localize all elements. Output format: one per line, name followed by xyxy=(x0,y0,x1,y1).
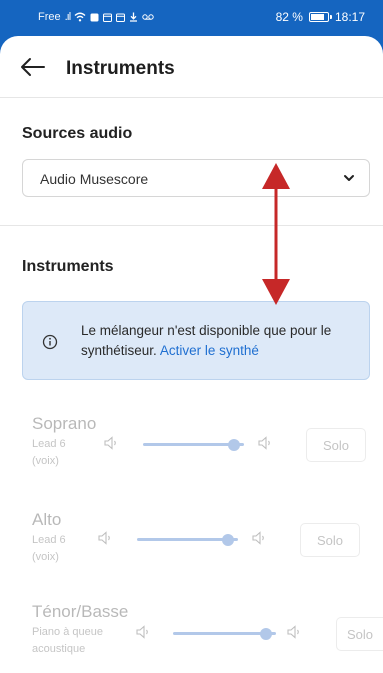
solo-button[interactable]: Solo xyxy=(336,617,383,651)
speaker-muted-icon[interactable] xyxy=(135,624,151,640)
instrument-sound-line1: Lead 6 xyxy=(32,438,66,450)
instrument-sound-line2: acoustique xyxy=(32,643,86,655)
instrument-sound-line2: (voix) xyxy=(32,551,59,563)
info-icon xyxy=(42,334,58,350)
volume-slider-thumb[interactable] xyxy=(259,628,272,640)
page-title: Instruments xyxy=(66,58,175,79)
speaker-loud-icon[interactable] xyxy=(251,530,267,546)
battery-percent: 82 % xyxy=(275,10,303,24)
status-right: 82 % 18:17 xyxy=(276,10,365,24)
instrument-sound-line1: Piano à queue xyxy=(32,626,103,638)
instrument-name: Ténor/Basse xyxy=(32,602,129,621)
calendar-icon-2 xyxy=(116,13,126,22)
voicemail-icon xyxy=(142,14,154,20)
speaker-loud-icon[interactable] xyxy=(286,624,302,640)
instrument-name: Soprano xyxy=(32,414,97,433)
screen-sheet: Instruments Sources audio Audio Musescor… xyxy=(0,36,383,673)
instrument-sound-line2: (voix) xyxy=(32,455,59,467)
volume-slider-thumb[interactable] xyxy=(221,534,234,546)
carrier-label: Free xyxy=(38,11,61,23)
speaker-muted-icon[interactable] xyxy=(103,435,119,451)
instrument-row-tenor-basse: Ténor/Basse Piano à queue acoustique Sol… xyxy=(0,602,383,672)
clock: 18:17 xyxy=(334,10,365,24)
volume-slider-thumb[interactable] xyxy=(227,439,240,451)
solo-button[interactable]: Solo xyxy=(306,428,366,462)
audio-sources-title: Sources audio xyxy=(22,125,133,142)
signal-icon: .ıl xyxy=(64,11,71,23)
audio-source-value: Audio Musescore xyxy=(40,171,149,187)
speaker-muted-icon[interactable] xyxy=(97,530,113,546)
instrument-sound: Piano à queue acoustique xyxy=(32,624,103,658)
instrument-row-alto: Alto Lead 6 (voix) Solo xyxy=(0,510,383,580)
mixer-info-text: Le mélangeur n'est disponible que pour l… xyxy=(81,321,369,361)
arrow-left-icon[interactable] xyxy=(20,56,46,78)
audio-source-select[interactable]: Audio Musescore xyxy=(22,159,370,197)
instruments-title: Instruments xyxy=(22,258,114,275)
instrument-name: Alto xyxy=(32,510,62,529)
solo-button[interactable]: Solo xyxy=(300,523,360,557)
speaker-loud-icon[interactable] xyxy=(257,435,273,451)
wifi-icon xyxy=(74,12,86,22)
calendar-icon xyxy=(103,13,113,22)
status-left: Free .ıl xyxy=(38,11,154,23)
instrument-row-soprano: Soprano Lead 6 (voix) Solo xyxy=(0,414,383,484)
battery-icon xyxy=(308,12,332,22)
mixer-info-box: Le mélangeur n'est disponible que pour l… xyxy=(22,301,370,380)
section-divider xyxy=(0,225,383,226)
instrument-sound-line1: Lead 6 xyxy=(32,534,66,546)
status-bar: Free .ıl 82 % 18:17 xyxy=(0,0,383,36)
instrument-sound: Lead 6 (voix) xyxy=(32,532,66,566)
enable-synth-link[interactable]: Activer le synthé xyxy=(160,343,259,358)
download-icon xyxy=(130,12,138,22)
chevron-down-icon xyxy=(344,175,354,181)
app-header: Instruments xyxy=(0,36,383,98)
instrument-sound: Lead 6 (voix) xyxy=(32,436,66,470)
notification-icon xyxy=(90,13,99,21)
